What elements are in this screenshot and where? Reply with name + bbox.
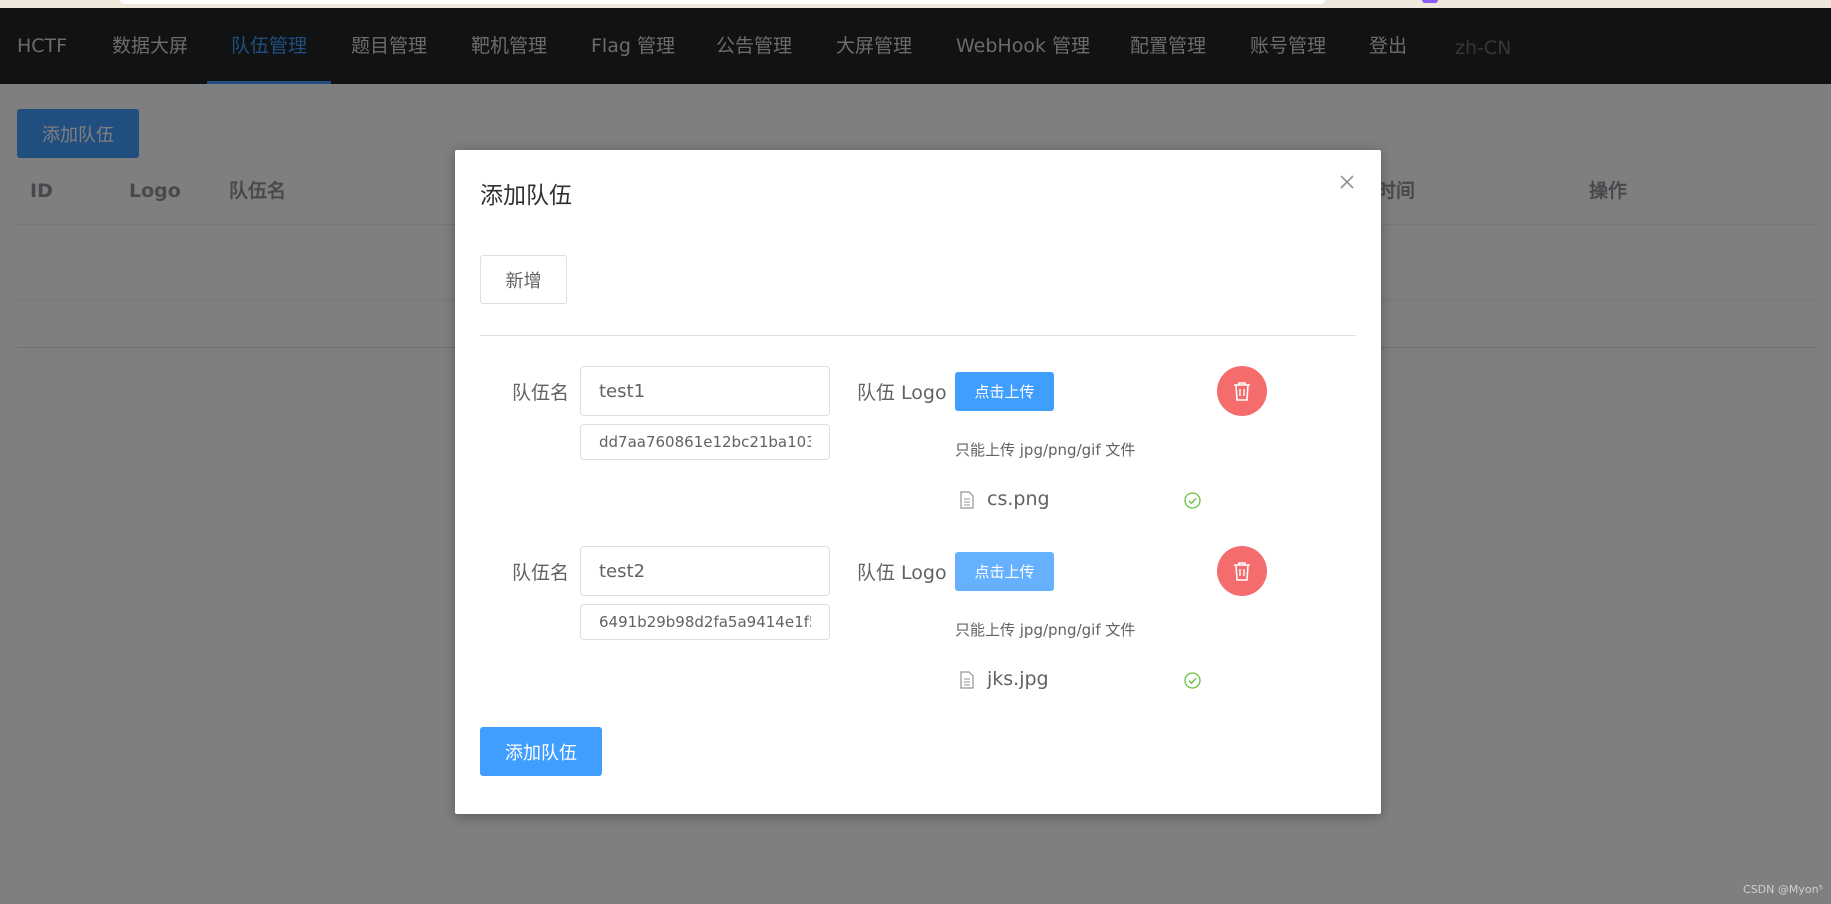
uploaded-file[interactable]: jks.jpg <box>960 666 1205 694</box>
file-name: jks.jpg <box>987 668 1049 690</box>
upload-hint: 只能上传 jpg/png/gif 文件 <box>955 621 1136 639</box>
browser-chrome-strip <box>0 0 1831 8</box>
team-token-input[interactable] <box>580 424 830 460</box>
document-icon <box>960 491 974 509</box>
dialog-title: 添加队伍 <box>480 183 572 209</box>
file-name: cs.png <box>987 488 1050 510</box>
watermark: CSDN @Myon⁵ <box>1743 883 1823 896</box>
browser-extension-icon[interactable] <box>1422 0 1438 3</box>
upload-hint: 只能上传 jpg/png/gif 文件 <box>955 441 1136 459</box>
upload-button[interactable]: 点击上传 <box>955 552 1054 591</box>
check-circle-icon <box>1184 492 1201 509</box>
team-name-label: 队伍名 <box>512 562 570 584</box>
add-team-dialog: 添加队伍 新增 队伍名 队伍 Logo 点击上传 只能上传 jpg/png/gi… <box>455 150 1381 814</box>
upload-button[interactable]: 点击上传 <box>955 372 1054 411</box>
new-entry-button[interactable]: 新增 <box>480 255 567 304</box>
team-name-input[interactable] <box>580 546 830 596</box>
submit-add-team-button[interactable]: 添加队伍 <box>480 727 602 776</box>
browser-address-bar[interactable] <box>120 0 1325 4</box>
trash-icon <box>1234 382 1250 401</box>
check-circle-icon <box>1184 672 1201 689</box>
team-entry-2: 队伍名 队伍 Logo 点击上传 只能上传 jpg/png/gif 文件 jks… <box>455 546 1381 716</box>
team-name-label: 队伍名 <box>512 382 570 404</box>
dialog-divider <box>480 335 1356 336</box>
trash-icon <box>1234 562 1250 581</box>
team-name-input[interactable] <box>580 366 830 416</box>
team-logo-label: 队伍 Logo <box>857 382 947 404</box>
uploaded-file[interactable]: cs.png <box>960 486 1205 514</box>
document-icon <box>960 671 974 689</box>
team-logo-label: 队伍 Logo <box>857 562 947 584</box>
close-icon[interactable] <box>1335 170 1359 194</box>
delete-team-button[interactable] <box>1217 546 1267 596</box>
delete-team-button[interactable] <box>1217 366 1267 416</box>
team-token-input[interactable] <box>580 604 830 640</box>
team-entry-1: 队伍名 队伍 Logo 点击上传 只能上传 jpg/png/gif 文件 cs.… <box>455 366 1381 536</box>
